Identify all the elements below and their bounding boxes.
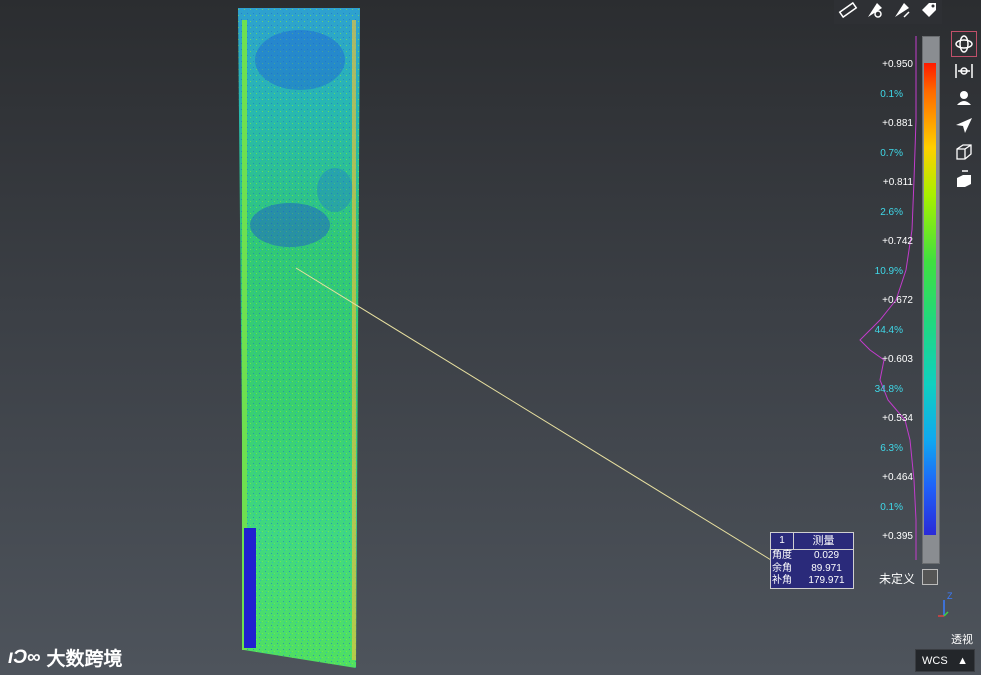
undefined-label: 未定义	[879, 572, 916, 586]
layers-view-icon[interactable]	[952, 167, 976, 191]
deviation-blue-patch-2	[250, 203, 330, 247]
measurement-row-complement: 余角 89.971	[771, 563, 853, 576]
axis-gizmo: Z	[938, 591, 953, 617]
measurement-key: 角度	[772, 550, 792, 561]
measurement-key: 补角	[772, 575, 792, 586]
navigate-icon[interactable]	[952, 113, 976, 137]
measure-angle-icon[interactable]	[865, 0, 885, 25]
measurement-title: 测量	[812, 535, 835, 547]
coordinate-system-value: WCS	[922, 654, 948, 667]
deviation-blue-patch	[255, 30, 345, 90]
ruler-icon[interactable]	[838, 0, 858, 25]
measurement-key: 余角	[772, 562, 792, 574]
scale-histogram	[859, 36, 917, 560]
wall-edge-right	[352, 20, 356, 660]
view-toolbar	[950, 31, 978, 194]
measurement-value: 89.971	[811, 562, 842, 574]
measure-toolbar	[834, 0, 942, 24]
measurement-row-angle: 角度 0.029	[771, 550, 853, 563]
caret-up-icon: ▲	[957, 654, 968, 667]
orbit-icon[interactable]	[951, 31, 977, 57]
perspective-label[interactable]: 透视	[951, 631, 973, 647]
measurement-value: 0.029	[813, 550, 840, 561]
user-view-icon[interactable]	[952, 86, 976, 110]
undefined-color-swatch[interactable]	[922, 569, 938, 585]
color-scale-gradient	[924, 63, 936, 535]
measure-distance-icon[interactable]	[892, 0, 912, 25]
box-view-icon[interactable]	[952, 140, 976, 164]
wall-noise	[238, 8, 360, 668]
logo-mark: ıƆ∞	[8, 646, 41, 668]
measurement-index: 1	[771, 533, 794, 549]
deviation-low-region	[244, 528, 256, 648]
tag-icon[interactable]	[919, 0, 939, 25]
measurement-value: 179.971	[808, 575, 845, 586]
measure-leader-line	[295, 267, 772, 561]
measurement-panel[interactable]: 1 测量 角度 0.029 余角 89.971 补角 179.971	[770, 532, 854, 589]
logo-text: 大数跨境	[46, 649, 123, 670]
axis-z-label: Z	[947, 591, 953, 601]
deviation-blue-patch-3	[317, 168, 353, 212]
brand-logo: ıƆ∞ 大数跨境	[8, 644, 123, 671]
measurement-row-supplement: 补角 179.971	[771, 575, 853, 588]
fit-view-icon[interactable]	[952, 59, 976, 83]
coordinate-system-select[interactable]: WCS ▲	[915, 649, 975, 672]
